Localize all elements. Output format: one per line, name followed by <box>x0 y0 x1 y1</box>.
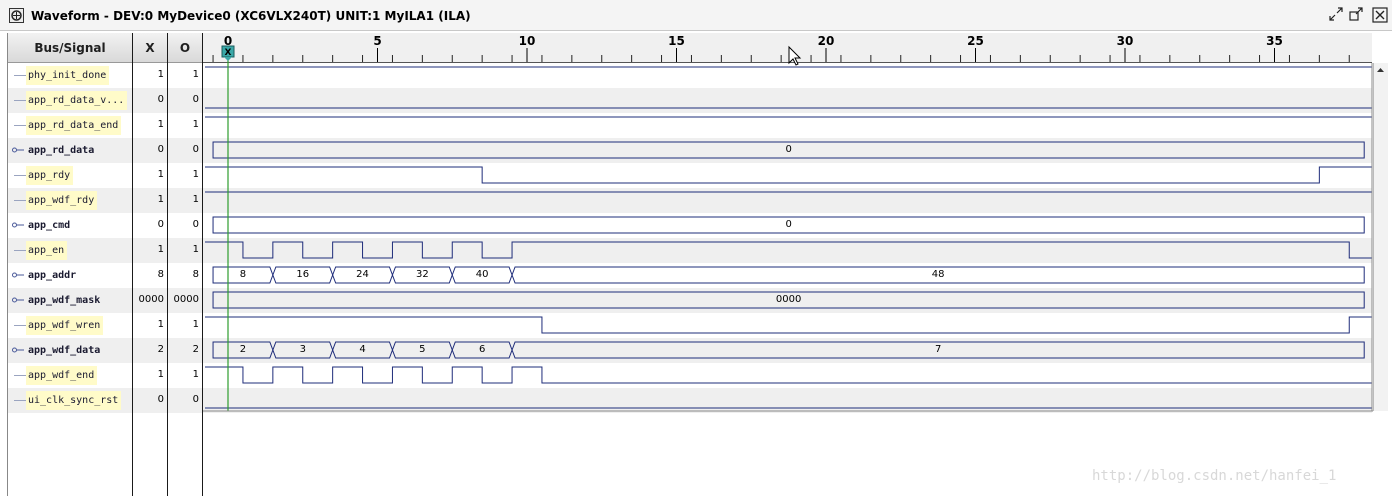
bus-value: 6 <box>478 344 486 355</box>
bus-value: 2 <box>239 344 247 355</box>
waveform-display[interactable]: X <box>0 0 1392 496</box>
bus-value: 7 <box>934 344 942 355</box>
bus-value: 0 <box>785 219 792 230</box>
signal-waveform <box>205 366 1372 384</box>
column-divider-o[interactable] <box>167 33 168 496</box>
bus-value: 0 <box>785 144 792 155</box>
x-cursor-label: X <box>225 48 232 58</box>
signal-waveform <box>205 166 1372 184</box>
x-cursor-pointer <box>224 57 232 61</box>
signal-waveform <box>205 241 1372 259</box>
mouse-pointer-icon <box>788 45 802 66</box>
bus-value: 40 <box>475 269 489 280</box>
scroll-up-arrow-icon[interactable] <box>1374 63 1387 77</box>
bus-value: 16 <box>296 269 310 280</box>
bus-value: 8 <box>239 269 247 280</box>
waveform-window: Waveform - DEV:0 MyDevice0 (XC6VLX240T) … <box>0 0 1392 496</box>
bus-value: 4 <box>359 344 366 355</box>
left-border <box>7 33 8 496</box>
bus-value: 32 <box>415 269 429 280</box>
column-divider-x[interactable] <box>132 33 133 496</box>
bus-value: 0000 <box>775 294 802 305</box>
bus-value: 3 <box>299 344 306 355</box>
signal-waveform <box>205 316 1372 334</box>
watermark: http://blog.csdn.net/hanfei_1 <box>1092 468 1337 484</box>
vertical-scrollbar[interactable] <box>1373 63 1388 411</box>
bus-value: 24 <box>356 269 369 280</box>
bus-value: 5 <box>419 344 426 355</box>
bus-value: 48 <box>931 269 945 280</box>
column-divider-wave[interactable] <box>202 33 203 496</box>
